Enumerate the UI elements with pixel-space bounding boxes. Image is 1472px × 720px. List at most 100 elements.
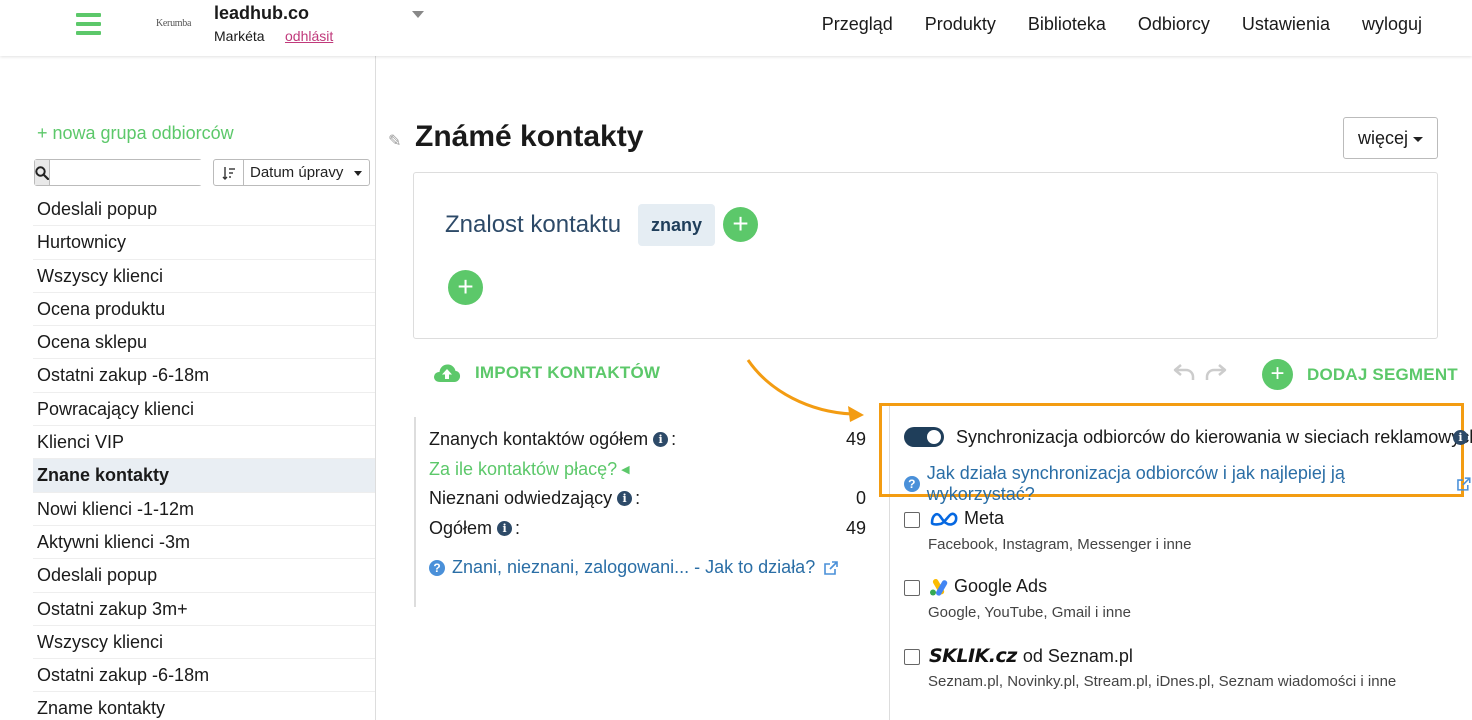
unknown-visitors-row: Nieznani odwiedzający i: — [429, 488, 641, 508]
undo-redo-group — [1173, 362, 1227, 382]
caret-left-icon[interactable]: ◀ — [621, 463, 629, 476]
info-icon[interactable]: i — [653, 432, 669, 447]
sort-direction-icon[interactable] — [214, 160, 244, 185]
pricing-link[interactable]: Za ile kontaktów płacę? — [429, 459, 617, 480]
pricing-row: Za ile kontaktów płacę? ◀ — [429, 459, 630, 480]
nav-library[interactable]: Biblioteka — [1028, 14, 1106, 35]
search-icon[interactable] — [35, 160, 50, 185]
main-nav: Przegląd Produkty Biblioteka Odbiorcy Us… — [790, 14, 1422, 35]
edit-title-icon[interactable]: ✎ — [388, 131, 401, 151]
top-bar: Kerumba leadhub.co Markéta odhlásit Prze… — [0, 0, 1472, 56]
add-segment-button[interactable]: + DODAJ SEGMENT — [1262, 359, 1458, 390]
group-item[interactable]: Wszyscy klienci — [33, 260, 375, 293]
brand-logo: Kerumba — [156, 18, 192, 29]
info-icon[interactable]: i — [617, 491, 633, 506]
account-name: leadhub.co — [214, 3, 310, 23]
group-item[interactable]: Nowi klienci -1-12m — [33, 493, 375, 526]
add-condition-icon[interactable]: + — [448, 270, 483, 305]
import-label: IMPORT KONTAKTÓW — [475, 363, 661, 382]
sync-help-text: Jak działa synchronizacja odbiorców i ja… — [926, 463, 1345, 504]
sklik-desc: Seznam.pl, Novinky.pl, Stream.pl, iDnes.… — [928, 673, 1397, 690]
more-button[interactable]: więcej — [1343, 117, 1438, 159]
group-item[interactable]: Zname kontakty — [33, 692, 375, 720]
add-segment-label: DODAJ SEGMENT — [1307, 364, 1458, 384]
total-label: Ogółem — [429, 518, 493, 538]
group-item[interactable]: Ostatni zakup -6-18m — [33, 659, 375, 693]
sklik-logo: SKLIK.cz — [929, 645, 1017, 667]
contact-stats: Znanych kontaktów ogółem i: 49 Za ile ko… — [414, 417, 866, 607]
google-ads-name: Google Ads — [954, 576, 1048, 596]
external-link-icon — [1457, 477, 1471, 491]
total-row: Ogółem i: — [429, 518, 521, 538]
menu-icon[interactable] — [76, 13, 101, 35]
import-contacts-button[interactable]: IMPORT KONTAKTÓW — [433, 362, 660, 384]
redo-icon[interactable] — [1205, 362, 1227, 382]
info-icon[interactable]: i — [497, 521, 513, 536]
group-item[interactable]: Odeslali popup — [33, 559, 375, 593]
external-link-icon — [824, 560, 839, 575]
known-contacts-label: Znanych kontaktów ogółem — [429, 429, 649, 449]
group-item[interactable]: Aktywni klienci -3m — [33, 526, 375, 560]
total-value: 49 — [845, 518, 866, 538]
google-ads-icon — [930, 578, 948, 596]
condition-box: Znalost kontaktu znany + + — [413, 172, 1438, 339]
contacts-help-link[interactable]: ? Znani, nieznani, zalogowani... - Jak t… — [429, 557, 839, 578]
sklik-title: SKLIK.cz od Seznam.pl — [929, 645, 1133, 667]
page-title: Známé kontakty — [415, 120, 644, 153]
known-contacts-row: Znanych kontaktów ogółem i: — [429, 429, 677, 449]
question-icon: ? — [429, 559, 445, 576]
group-item[interactable]: Klienci VIP — [33, 426, 375, 460]
sklik-checkbox[interactable] — [904, 649, 920, 665]
new-group-link[interactable]: + nowa grupa odbiorców — [37, 123, 234, 144]
search-box — [34, 159, 239, 186]
help-row: ? Znani, nieznani, zalogowani... - Jak t… — [429, 557, 839, 578]
info-icon[interactable]: i — [1453, 430, 1468, 445]
highlight-arrow — [746, 359, 864, 422]
meta-icon — [930, 512, 958, 526]
condition-tag[interactable]: znany — [638, 204, 716, 246]
sync-toggle[interactable] — [904, 427, 944, 447]
google-ads-desc: Google, YouTube, Gmail i inne — [928, 604, 1131, 621]
group-item[interactable]: Ostatni zakup -6-18m — [33, 359, 375, 393]
account-dropdown-icon[interactable] — [412, 11, 424, 18]
nav-settings[interactable]: Ustawienia — [1242, 14, 1330, 35]
user-name: Markéta — [214, 28, 265, 44]
sort-control: Datum úpravy — [213, 159, 370, 186]
add-condition-value-icon[interactable]: + — [723, 207, 758, 242]
nav-audiences[interactable]: Odbiorcy — [1138, 14, 1210, 35]
nav-overview[interactable]: Przegląd — [822, 14, 893, 35]
cloud-upload-icon — [434, 364, 461, 382]
unknown-visitors-label: Nieznani odwiedzający — [429, 488, 613, 508]
group-item[interactable]: Hurtownicy — [33, 226, 375, 260]
search-input[interactable] — [50, 160, 239, 185]
question-icon: ? — [904, 476, 920, 492]
meta-title: Meta — [929, 508, 1004, 529]
nav-logout[interactable]: wyloguj — [1362, 14, 1422, 35]
sklik-name: od Seznam.pl — [1022, 645, 1133, 666]
sync-label: Synchronizacja odbiorców do kierowania w… — [956, 427, 1472, 447]
google-ads-checkbox[interactable] — [904, 580, 920, 596]
condition-label: Znalost kontaktu — [445, 211, 622, 238]
group-item[interactable]: Wszyscy klienci — [33, 626, 375, 660]
group-list: Odeslali popup Hurtownicy Wszyscy klienc… — [33, 193, 375, 720]
meta-desc: Facebook, Instagram, Messenger i inne — [928, 536, 1192, 553]
group-item[interactable]: Ocena produktu — [33, 293, 375, 327]
known-contacts-value: 49 — [845, 429, 866, 449]
add-segment-icon: + — [1262, 359, 1293, 390]
sidebar: + nowa grupa odbiorców Datum úpravy Odes… — [0, 56, 376, 720]
undo-icon[interactable] — [1173, 362, 1195, 382]
sync-help-link[interactable]: ? Jak działa synchronizacja odbiorców i … — [904, 463, 1472, 505]
google-ads-title: Google Ads — [929, 576, 1047, 597]
logout-link-small[interactable]: odhlásit — [285, 28, 333, 44]
group-item-active[interactable]: Znane kontakty — [33, 459, 375, 493]
meta-name: Meta — [964, 508, 1005, 528]
group-item[interactable]: Ocena sklepu — [33, 326, 375, 360]
group-item[interactable]: Odeslali popup — [33, 193, 375, 227]
group-item[interactable]: Ostatni zakup 3m+ — [33, 593, 375, 626]
group-item[interactable]: Powracający klienci — [33, 393, 375, 427]
contacts-help-text: Znani, nieznani, zalogowani... - Jak to … — [452, 557, 816, 577]
sort-select[interactable]: Datum úpravy — [244, 160, 369, 185]
nav-products[interactable]: Produkty — [925, 14, 996, 35]
unknown-visitors-value: 0 — [855, 488, 866, 508]
meta-checkbox[interactable] — [904, 512, 920, 528]
